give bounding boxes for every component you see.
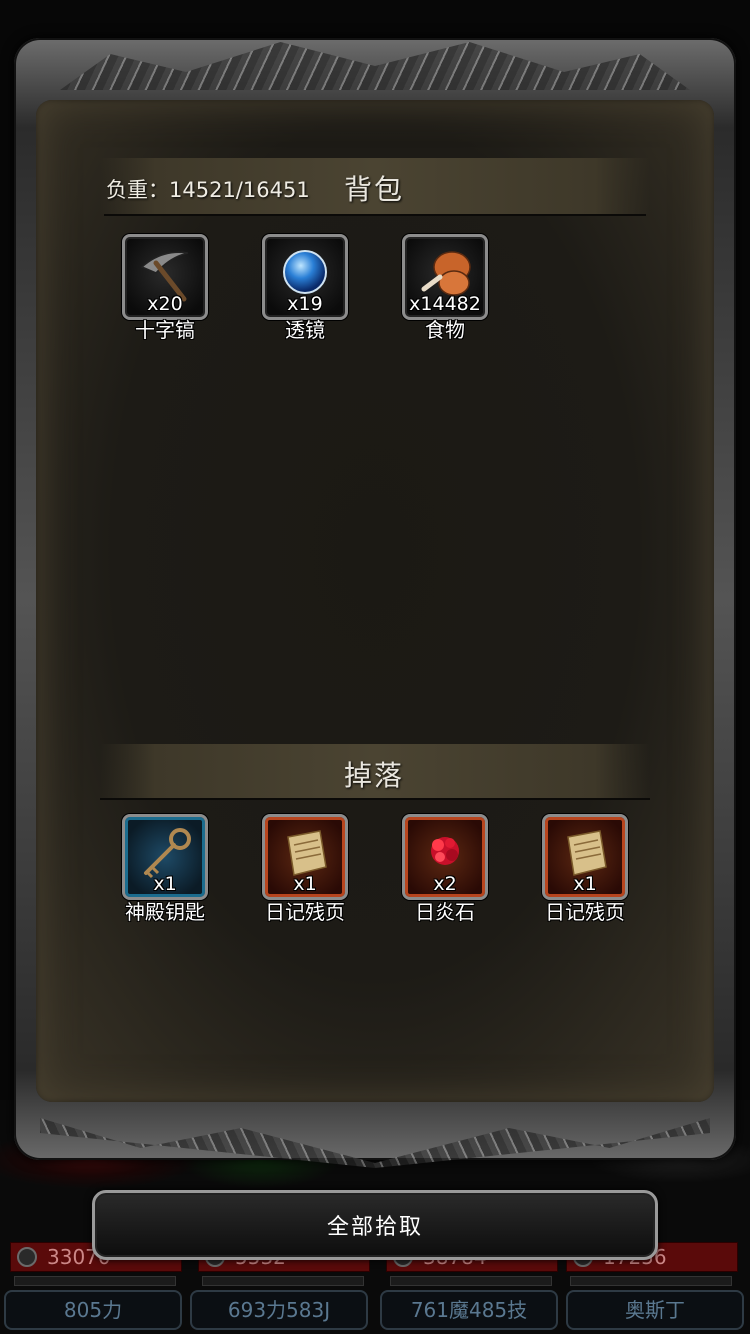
item-name: 十字镐 (135, 318, 195, 342)
item-name: 食物 (425, 318, 465, 342)
backpack-divider (104, 214, 646, 216)
carry-weight: 负重：14521/16451 (106, 178, 310, 202)
drops-divider (100, 798, 650, 800)
item-count: x1 (153, 873, 177, 895)
party-member-button[interactable]: 奥斯丁 (566, 1290, 744, 1330)
backpack-slot-food[interactable]: x14482 (402, 234, 488, 320)
drop-slot-diary-page[interactable]: x1 (262, 814, 348, 900)
backpack-slot-lens[interactable]: x19 (262, 234, 348, 320)
item-name: 透镜 (285, 318, 325, 342)
item-name: 神殿钥匙 (125, 900, 205, 924)
drop-slot-temple-key[interactable]: x1 (122, 814, 208, 900)
party-sub-bar (202, 1276, 364, 1286)
item-name: 日记残页 (265, 900, 345, 924)
party-sub-bar (14, 1276, 176, 1286)
pickup-all-button[interactable]: 全部拾取 (92, 1190, 658, 1260)
item-count: x1 (573, 873, 597, 895)
item-count: x19 (287, 293, 323, 315)
item-name: 日炎石 (415, 900, 475, 924)
backpack-title: 背包 (344, 173, 405, 206)
drop-slot-sunfire-stone[interactable]: x2 (402, 814, 488, 900)
item-count: x20 (147, 293, 183, 315)
party-member-button[interactable]: 805力 (4, 1290, 182, 1330)
item-count: x14482 (409, 293, 481, 315)
drop-slot-diary-page[interactable]: x1 (542, 814, 628, 900)
item-name: 日记残页 (545, 900, 625, 924)
party-sub-bar (390, 1276, 552, 1286)
party-sub-bar (570, 1276, 732, 1286)
party-member-button[interactable]: 761魔485技 (380, 1290, 558, 1330)
party-member-button[interactable]: 693力583J (190, 1290, 368, 1330)
item-count: x1 (293, 873, 317, 895)
item-count: x2 (433, 873, 457, 895)
backpack-slot-pickaxe[interactable]: x20 (122, 234, 208, 320)
drops-title: 掉落 (344, 759, 405, 792)
